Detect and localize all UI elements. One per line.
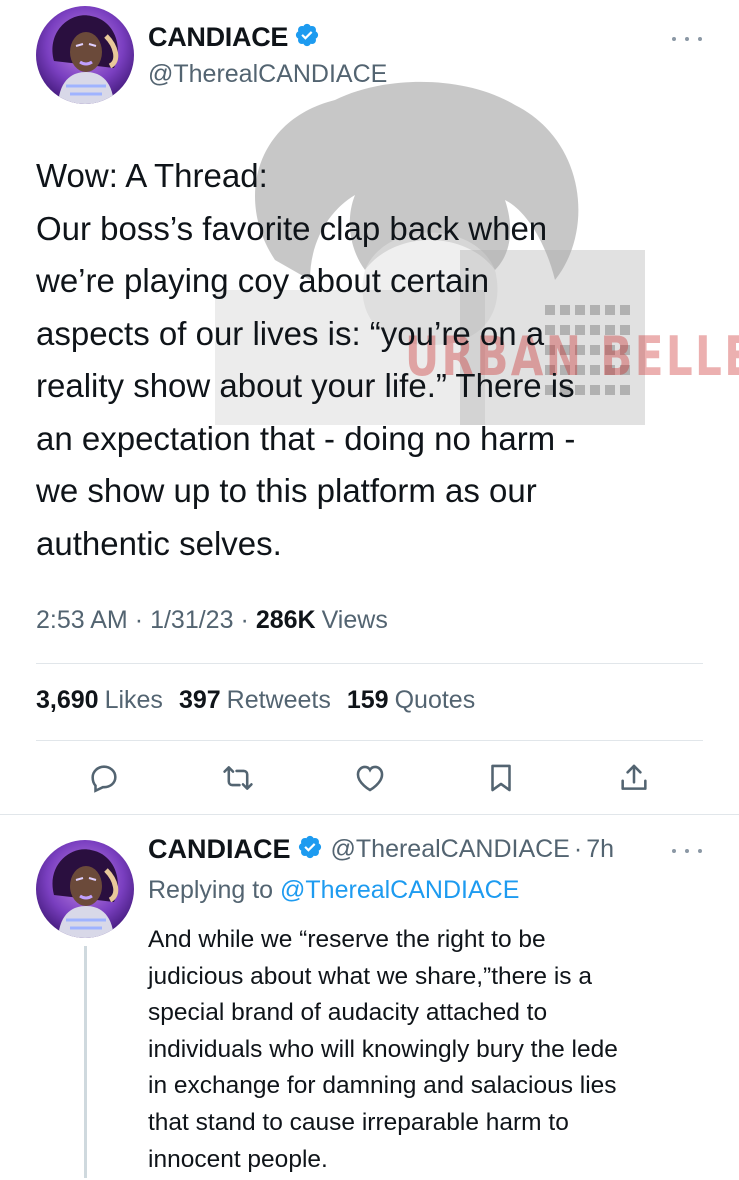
author-name-row: CANDIACE bbox=[148, 22, 320, 53]
author-name[interactable]: CANDIACE bbox=[148, 22, 288, 53]
replying-to: Replying to @TherealCANDIACE bbox=[148, 876, 519, 905]
tweet-line: authentic selves. bbox=[36, 524, 282, 562]
tweet-meta: 2:53 AM · 1/31/23 · 286K Views bbox=[36, 606, 388, 635]
replying-mention-link[interactable]: @TherealCANDIACE bbox=[280, 876, 519, 904]
more-options-icon[interactable] bbox=[672, 844, 702, 858]
tweet-line: reality show about your life.” There is bbox=[36, 367, 575, 404]
reply-line: in exchange for damning and salacious li… bbox=[148, 1072, 617, 1100]
views-count: 286K bbox=[255, 606, 316, 634]
tweet-line: we’re playing coy about certain bbox=[36, 262, 490, 299]
tweet-line: Wow: A Thread: bbox=[36, 157, 268, 194]
meta-separator: · bbox=[134, 606, 144, 634]
tweet-time[interactable]: 2:53 AM bbox=[36, 606, 128, 635]
reply-icon[interactable] bbox=[84, 758, 124, 798]
author-handle[interactable]: @TherealCANDIACE bbox=[331, 835, 570, 864]
reply-line: And while we “reserve the right to be bbox=[148, 926, 546, 953]
author-name[interactable]: CANDIACE bbox=[148, 834, 291, 865]
divider bbox=[0, 814, 739, 815]
replying-prefix: Replying to bbox=[148, 876, 274, 904]
likes-stat[interactable]: 3,690 Likes bbox=[36, 686, 163, 715]
tweet-line: we show up to this platform as our bbox=[36, 472, 537, 509]
meta-separator: · bbox=[240, 606, 249, 634]
divider bbox=[36, 740, 703, 741]
verified-badge-icon bbox=[294, 22, 320, 53]
views-label: Views bbox=[321, 606, 388, 634]
reply-header: CANDIACE @TherealCANDIACE · 7h bbox=[148, 834, 614, 865]
verified-badge-icon bbox=[297, 834, 323, 865]
retweet-icon[interactable] bbox=[218, 758, 258, 798]
reply-line: that stand to cause irreparable harm to bbox=[148, 1108, 569, 1136]
reply-line: innocent people. bbox=[148, 1145, 328, 1173]
tweet-line: aspects of our lives is: “you’re on a bbox=[36, 314, 545, 352]
reply-line: special brand of audacity attached to bbox=[148, 999, 548, 1027]
reply-age[interactable]: 7h bbox=[586, 835, 614, 864]
engagement-stats: 3,690 Likes 397 Retweets 159 Quotes bbox=[36, 686, 491, 715]
header-separator: · bbox=[573, 835, 583, 863]
likes-count: 3,690 bbox=[36, 686, 99, 714]
retweets-count: 397 bbox=[178, 686, 221, 714]
avatar[interactable] bbox=[36, 6, 134, 104]
quotes-count: 159 bbox=[346, 686, 389, 714]
divider bbox=[36, 663, 703, 664]
likes-label: Likes bbox=[104, 686, 163, 714]
thread-line bbox=[84, 946, 87, 1178]
retweets-stat[interactable]: 397 Retweets bbox=[179, 686, 331, 715]
avatar[interactable] bbox=[36, 840, 134, 938]
share-icon[interactable] bbox=[614, 758, 654, 798]
reply-line: individuals who will knowingly bury the … bbox=[148, 1035, 618, 1063]
tweet-date[interactable]: 1/31/23 bbox=[150, 606, 233, 635]
quotes-label: Quotes bbox=[394, 686, 476, 714]
quotes-stat[interactable]: 159 Quotes bbox=[347, 686, 475, 715]
like-icon[interactable] bbox=[350, 758, 390, 798]
reply-line: judicious about what we share,”there is … bbox=[148, 962, 592, 990]
author-handle[interactable]: @TherealCANDIACE bbox=[148, 60, 387, 89]
retweets-label: Retweets bbox=[226, 686, 331, 714]
more-options-icon[interactable] bbox=[672, 32, 702, 46]
tweet-line: an expectation that - doing no harm - bbox=[36, 419, 576, 457]
reply-text: And while we “reserve the right to be jud… bbox=[148, 922, 718, 1178]
action-bar bbox=[0, 758, 739, 802]
tweet-line: Our boss’s favorite clap back when bbox=[36, 209, 548, 247]
bookmark-icon[interactable] bbox=[481, 758, 521, 798]
tweet-text: Wow: A Thread: Our boss’s favorite clap b… bbox=[36, 150, 716, 570]
